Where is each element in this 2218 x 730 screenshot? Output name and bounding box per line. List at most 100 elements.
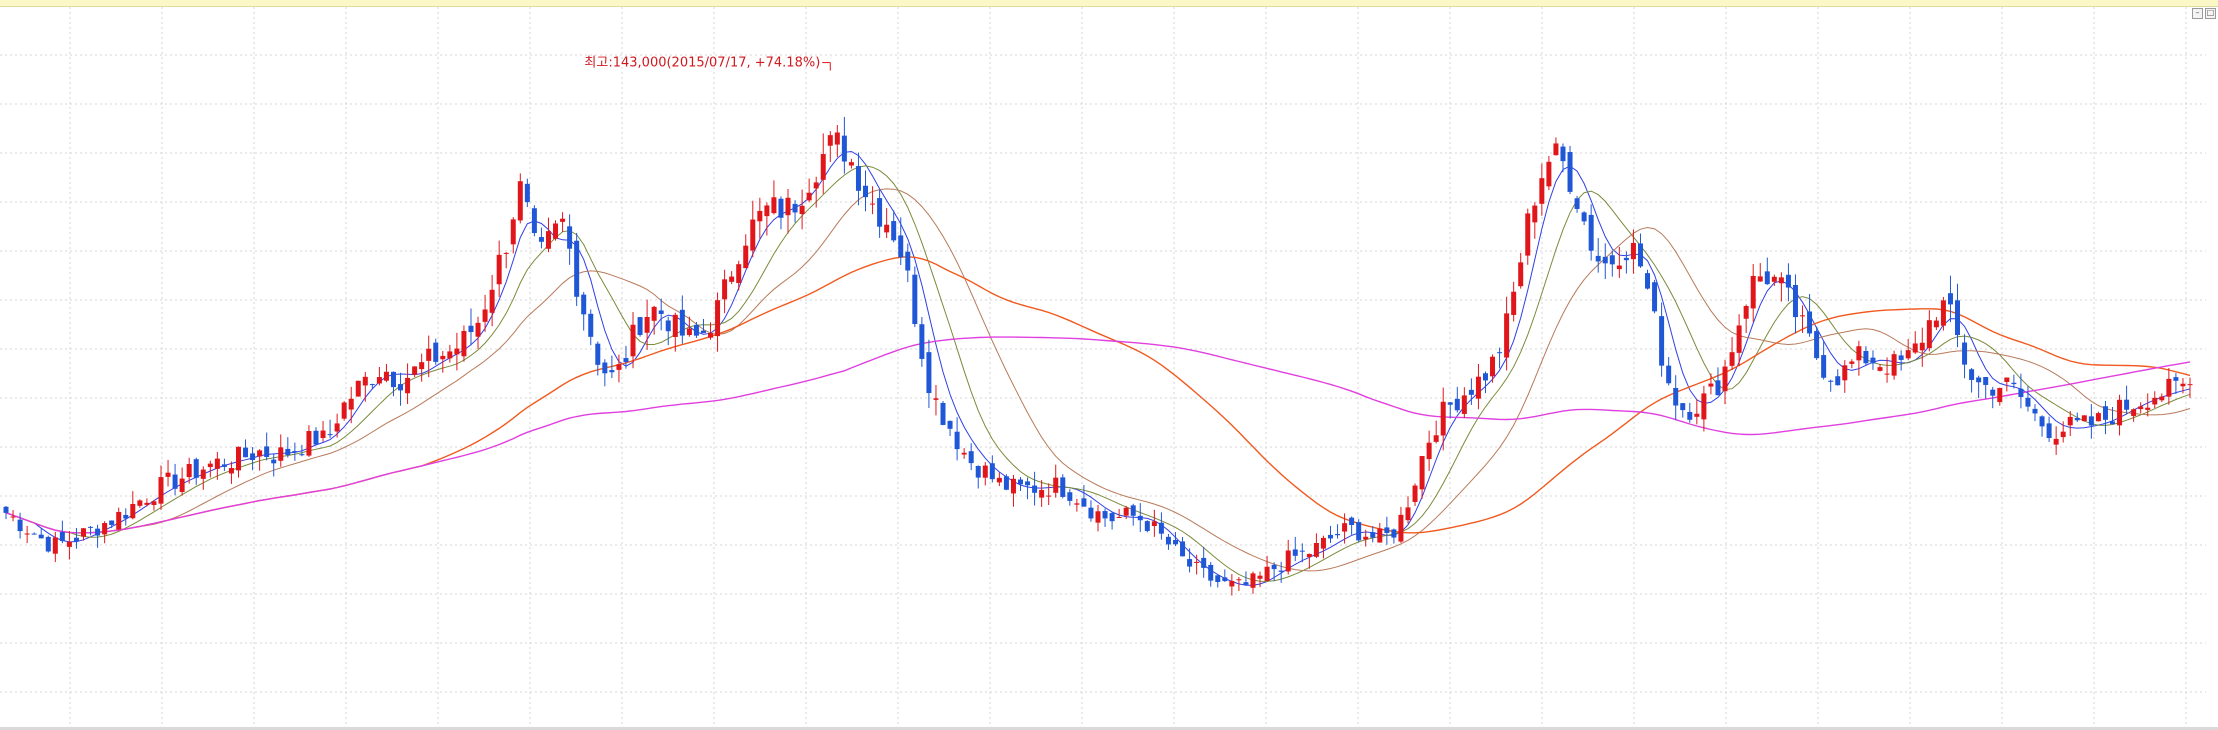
candle-body — [870, 203, 876, 205]
candle-body — [426, 348, 432, 361]
candle-body — [292, 451, 298, 453]
candle-body — [1715, 380, 1721, 396]
candle — [545, 217, 551, 253]
candle — [1067, 489, 1073, 506]
candle-body — [1708, 383, 1714, 387]
candle-body — [1546, 161, 1552, 187]
candle — [1032, 471, 1038, 506]
candle-body — [88, 526, 94, 528]
candle — [1180, 536, 1186, 557]
candle-body — [806, 192, 812, 201]
candle-body — [419, 362, 425, 370]
candle — [1137, 503, 1143, 532]
candle-body — [369, 384, 375, 386]
candle-body — [1180, 541, 1186, 557]
candlestick-series — [3, 116, 2193, 596]
candle-body — [2053, 438, 2059, 445]
candle — [292, 442, 298, 461]
candle-body — [1222, 577, 1228, 582]
candle — [151, 499, 157, 511]
candle-body — [2102, 406, 2108, 420]
candle — [1349, 516, 1355, 535]
candle — [1046, 483, 1052, 506]
candle-body — [1320, 537, 1326, 549]
maximize-button[interactable]: □ — [2205, 8, 2216, 19]
candle-body — [750, 219, 756, 251]
candle-body — [355, 380, 361, 397]
candle-body — [778, 198, 784, 218]
candle-body — [651, 306, 657, 321]
candle — [24, 525, 30, 544]
candle-body — [214, 458, 220, 469]
candle — [1384, 516, 1390, 545]
candle — [95, 524, 101, 548]
candle-body — [2018, 388, 2024, 398]
candle-body — [1821, 355, 1827, 378]
candle — [1010, 474, 1016, 507]
candle-body — [996, 477, 1002, 483]
candle-body — [827, 135, 833, 146]
candle-body — [679, 309, 685, 336]
candle — [855, 152, 861, 206]
candle-body — [165, 472, 171, 477]
candle-body — [940, 402, 946, 425]
candle-body — [757, 210, 763, 222]
candle — [102, 521, 108, 544]
candle-body — [1461, 395, 1467, 414]
candle — [771, 180, 777, 215]
candle-body — [933, 398, 939, 400]
candle — [1588, 204, 1594, 261]
candle — [165, 459, 171, 487]
candle-body — [2039, 416, 2045, 427]
candle-body — [1891, 354, 1897, 376]
candle — [1637, 233, 1643, 268]
candle-body — [1990, 389, 1996, 396]
candle — [1933, 316, 1939, 330]
candle-body — [1602, 256, 1608, 264]
candle-body — [1454, 398, 1460, 411]
candle — [1729, 337, 1735, 370]
candle-body — [1278, 570, 1284, 572]
candle-body — [362, 376, 368, 386]
candle-body — [2166, 378, 2172, 397]
candle-body — [38, 534, 44, 539]
candle — [1856, 340, 1862, 376]
candle — [933, 384, 939, 416]
candle-body — [1475, 376, 1481, 399]
candle — [722, 269, 728, 314]
candle — [1743, 304, 1749, 333]
candle — [658, 298, 664, 331]
candle-body — [1095, 511, 1101, 523]
candle — [1609, 250, 1615, 277]
ma-line-ma60 — [5, 256, 2191, 534]
candle — [1095, 504, 1101, 532]
candle-body — [1645, 273, 1651, 289]
candlestick-chart: 최고:143,000(2015/07/17, +74.18%) — [0, 7, 2206, 725]
candle-body — [1144, 521, 1150, 531]
candle-body — [1158, 522, 1164, 534]
candle-body — [1215, 575, 1221, 582]
candle-body — [1898, 355, 1904, 360]
candle — [863, 170, 869, 212]
candle — [38, 528, 44, 539]
candle-body — [390, 371, 396, 388]
candle-body — [1243, 582, 1249, 585]
candle — [996, 472, 1002, 487]
candle — [1983, 376, 1989, 399]
candle-body — [1201, 557, 1207, 568]
candle-body — [1722, 366, 1728, 392]
candle — [729, 271, 735, 285]
candle-body — [1877, 367, 1883, 371]
candle — [524, 178, 530, 208]
candle-body — [616, 364, 622, 370]
candle-body — [1405, 507, 1411, 521]
candle-body — [686, 328, 692, 336]
candle — [538, 227, 544, 249]
candle — [877, 189, 883, 238]
candle — [1292, 536, 1298, 562]
candle — [700, 318, 706, 334]
candle — [1750, 264, 1756, 322]
candle-body — [898, 235, 904, 258]
candle — [412, 366, 418, 378]
candle — [1511, 281, 1517, 322]
